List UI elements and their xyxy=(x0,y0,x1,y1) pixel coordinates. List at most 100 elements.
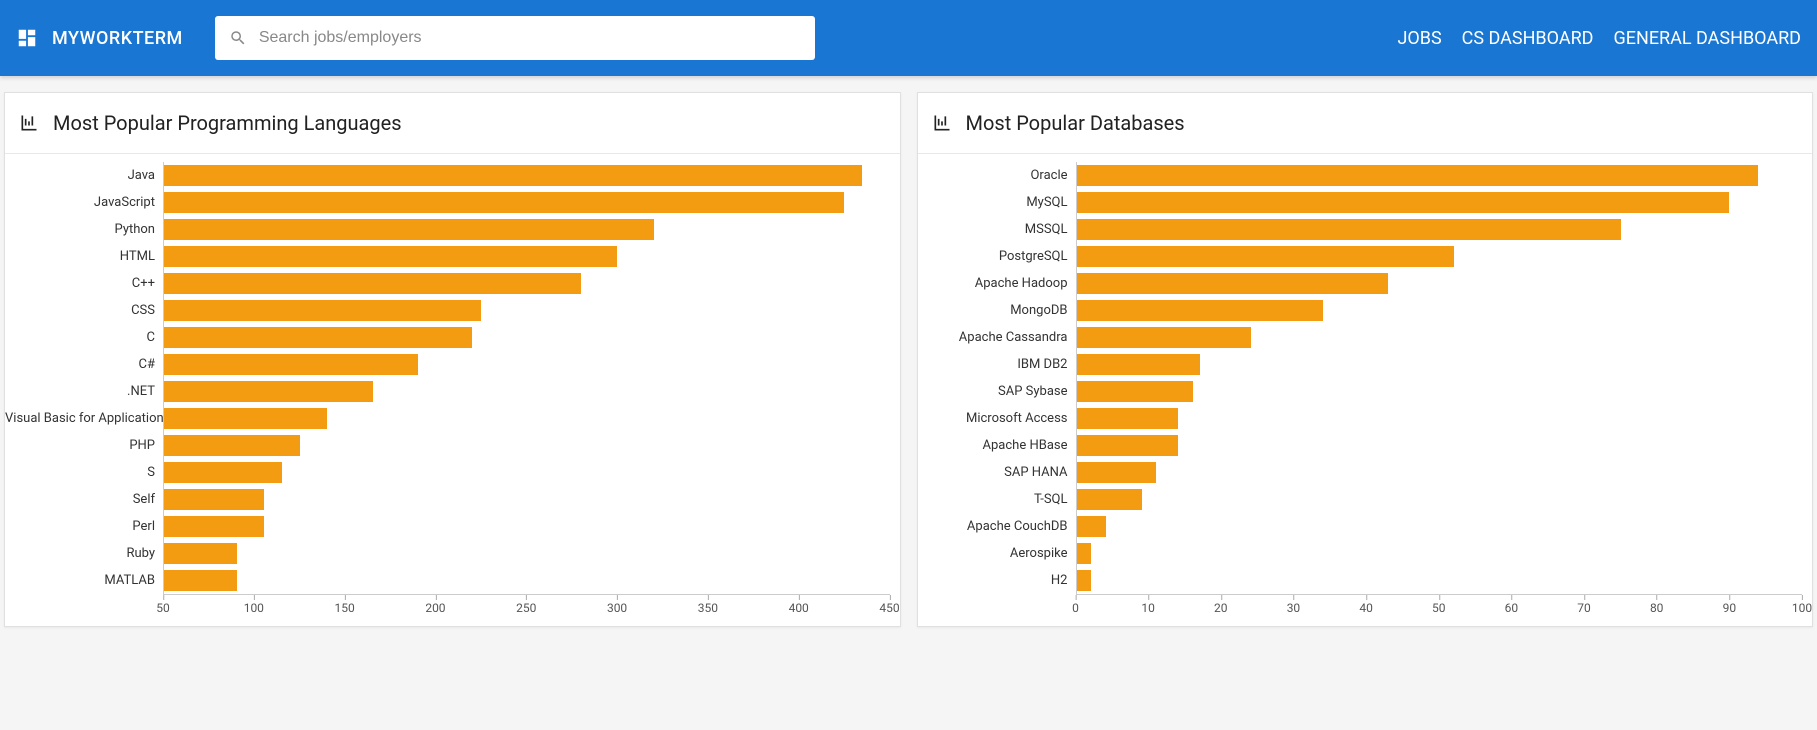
chart-bar-track xyxy=(163,243,890,270)
chart-bar-label: Microsoft Access xyxy=(918,411,1076,426)
chart-bar-label: IBM DB2 xyxy=(918,357,1076,372)
chart-bar-label: C xyxy=(5,330,163,345)
chart-bar-label: PostgreSQL xyxy=(918,249,1076,264)
chart-bar-track xyxy=(1076,567,1803,594)
chart-bar-label: Python xyxy=(5,222,163,237)
chart-bar xyxy=(164,543,237,564)
chart-x-tick: 90 xyxy=(1723,595,1737,615)
chart-bar-track xyxy=(1076,432,1803,459)
chart-bar-label: Apache Hadoop xyxy=(918,276,1076,291)
chart-bar-row: PHP xyxy=(5,432,890,459)
chart-bar-track xyxy=(1076,513,1803,540)
chart-bar xyxy=(1077,408,1179,429)
chart-bar xyxy=(164,489,264,510)
search-container[interactable] xyxy=(215,16,815,60)
chart-bar-track xyxy=(163,297,890,324)
chart-bar-row: SAP HANA xyxy=(918,459,1803,486)
nav-general-dashboard[interactable]: GENERAL DASHBOARD xyxy=(1613,28,1801,49)
chart-bar xyxy=(1077,543,1092,564)
chart-x-tick: 450 xyxy=(879,595,899,615)
chart-bar-row: Self xyxy=(5,486,890,513)
chart-bar-row: HTML xyxy=(5,243,890,270)
chart-bar xyxy=(1077,327,1251,348)
chart-bar-row: Apache CouchDB xyxy=(918,513,1803,540)
nav-jobs[interactable]: JOBS xyxy=(1397,28,1441,49)
chart-bar-track xyxy=(1076,459,1803,486)
chart-x-tick: 350 xyxy=(698,595,718,615)
chart-bar-label: Apache Cassandra xyxy=(918,330,1076,345)
chart-bar-track xyxy=(1076,405,1803,432)
chart-bar-track xyxy=(163,216,890,243)
chart-bar-row: MATLAB xyxy=(5,567,890,594)
chart-bar-label: S xyxy=(5,465,163,480)
chart-bar-track xyxy=(163,405,890,432)
chart-bar-label: SAP Sybase xyxy=(918,384,1076,399)
chart-bar-track xyxy=(1076,486,1803,513)
chart-x-tick: 300 xyxy=(607,595,627,615)
chart-x-tick: 100 xyxy=(1792,595,1812,615)
chart-bar-track xyxy=(163,324,890,351)
chart-bar-track xyxy=(1076,162,1803,189)
chart-bar-track xyxy=(163,162,890,189)
card-title-databases: Most Popular Databases xyxy=(966,111,1185,135)
chart-bar-row: MSSQL xyxy=(918,216,1803,243)
chart-bar xyxy=(1077,489,1142,510)
dashboard-logo-icon xyxy=(16,27,38,49)
card-header-languages: Most Popular Programming Languages xyxy=(5,93,900,154)
chart-bar-label: MySQL xyxy=(918,195,1076,210)
chart-bar-row: S xyxy=(5,459,890,486)
chart-bar xyxy=(1077,381,1193,402)
chart-languages: JavaJavaScriptPythonHTMLC++CSSCC#.NETVis… xyxy=(5,154,900,626)
chart-bar xyxy=(1077,165,1759,186)
chart-bar-label: C# xyxy=(5,357,163,372)
chart-bar-track xyxy=(163,351,890,378)
chart-x-tick: 200 xyxy=(425,595,445,615)
chart-bar xyxy=(1077,192,1730,213)
chart-x-tick: 100 xyxy=(244,595,264,615)
chart-bar-row: C++ xyxy=(5,270,890,297)
chart-bar-row: MySQL xyxy=(918,189,1803,216)
chart-x-axis: 50100150200250300350400450 xyxy=(163,594,890,616)
chart-x-tick: 20 xyxy=(1214,595,1228,615)
search-input[interactable] xyxy=(259,29,801,47)
chart-bar xyxy=(164,165,862,186)
chart-bar-label: H2 xyxy=(918,573,1076,588)
chart-bar-track xyxy=(1076,378,1803,405)
chart-bar-row: Java xyxy=(5,162,890,189)
chart-bar-label: Java xyxy=(5,168,163,183)
chart-bar-row: IBM DB2 xyxy=(918,351,1803,378)
chart-bar-track xyxy=(1076,243,1803,270)
chart-bar-row: Microsoft Access xyxy=(918,405,1803,432)
chart-bar-row: .NET xyxy=(5,378,890,405)
chart-bar-label: MATLAB xyxy=(5,573,163,588)
chart-bar-track xyxy=(1076,270,1803,297)
chart-bar-label: Apache CouchDB xyxy=(918,519,1076,534)
chart-bar-row: T-SQL xyxy=(918,486,1803,513)
chart-bar-track xyxy=(163,567,890,594)
chart-bar-row: C# xyxy=(5,351,890,378)
nav-cs-dashboard[interactable]: CS DASHBOARD xyxy=(1462,28,1594,49)
chart-bar-row: CSS xyxy=(5,297,890,324)
chart-bar-label: HTML xyxy=(5,249,163,264)
content: Most Popular Programming Languages JavaJ… xyxy=(0,76,1817,631)
chart-bar-track xyxy=(1076,189,1803,216)
chart-bar-track xyxy=(163,486,890,513)
chart-bar xyxy=(164,435,300,456)
chart-bar xyxy=(1077,462,1157,483)
chart-bar xyxy=(1077,219,1621,240)
card-languages: Most Popular Programming Languages JavaJ… xyxy=(4,92,901,627)
chart-bar-label: Perl xyxy=(5,519,163,534)
chart-bar-track xyxy=(163,189,890,216)
search-icon xyxy=(229,29,247,47)
chart-bar-track xyxy=(163,459,890,486)
chart-bar xyxy=(1077,273,1389,294)
chart-bar xyxy=(164,219,654,240)
chart-bar xyxy=(164,354,418,375)
chart-bar xyxy=(1077,246,1454,267)
chart-bar-row: MongoDB xyxy=(918,297,1803,324)
chart-bar-label: Apache HBase xyxy=(918,438,1076,453)
chart-bar xyxy=(164,570,237,591)
brand-label: MYWORKTERM xyxy=(52,28,183,49)
chart-bar-track xyxy=(1076,540,1803,567)
chart-bar xyxy=(164,381,373,402)
